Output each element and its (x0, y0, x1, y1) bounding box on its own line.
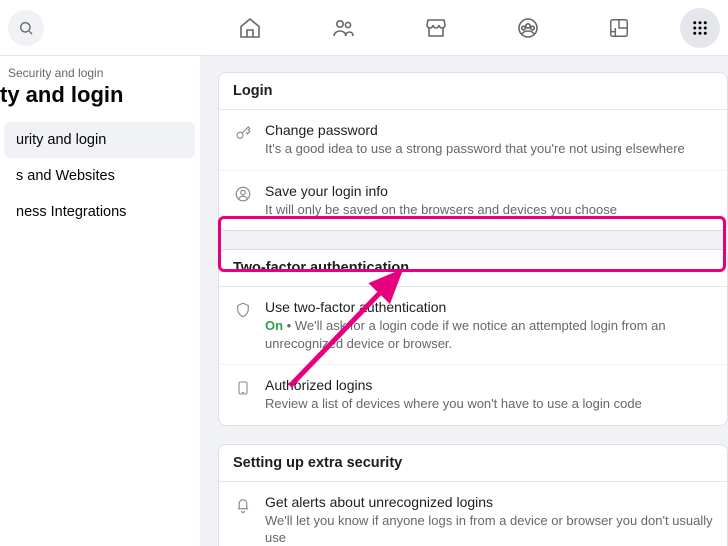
home-icon (238, 16, 262, 40)
top-nav (0, 0, 728, 56)
nav-groups[interactable] (516, 16, 540, 40)
nav-marketplace[interactable] (424, 16, 448, 40)
sidebar-item-label: s and Websites (16, 168, 115, 184)
section-title: Setting up extra security (219, 445, 727, 482)
row-change-password[interactable]: Change password It's a good idea to use … (219, 110, 727, 171)
row-subtitle: It's a good idea to use a strong passwor… (265, 140, 713, 158)
section-login: Login Change password It's a good idea t… (218, 72, 728, 231)
row-subtitle: Review a list of devices where you won't… (265, 395, 713, 413)
settings-sidebar: Security and login ty and login urity an… (0, 56, 200, 546)
row-subtitle: It will only be saved on the browsers an… (265, 201, 713, 219)
page-title: ty and login (0, 80, 199, 122)
row-subtitle: We'll let you know if anyone logs in fro… (265, 512, 713, 546)
grid-icon (691, 19, 709, 37)
bell-icon (234, 496, 252, 514)
sidebar-item-label: urity and login (16, 132, 106, 148)
row-save-login-info[interactable]: Save your login info It will only be sav… (219, 171, 727, 231)
search-button[interactable] (8, 10, 44, 46)
sidebar-item-security-login[interactable]: urity and login (4, 122, 195, 158)
nav-gaming[interactable] (608, 16, 630, 40)
search-icon (18, 20, 34, 36)
phone-icon (235, 379, 251, 397)
section-title: Login (219, 73, 727, 110)
friends-icon (330, 16, 356, 40)
row-title: Authorized logins (265, 377, 713, 393)
nav-friends[interactable] (330, 16, 356, 40)
shield-icon (234, 301, 252, 319)
menu-button[interactable] (680, 8, 720, 48)
key-icon (234, 124, 252, 142)
sidebar-item-apps-websites[interactable]: s and Websites (4, 158, 195, 194)
sidebar-item-label: ness Integrations (16, 204, 126, 220)
breadcrumb: Security and login (0, 66, 199, 80)
user-icon (234, 185, 252, 203)
row-title: Get alerts about unrecognized logins (265, 494, 713, 510)
row-subtitle: On • We'll ask for a login code if we no… (265, 317, 713, 352)
section-extra-security: Setting up extra security Get alerts abo… (218, 444, 728, 546)
status-on: On (265, 318, 283, 333)
row-login-alerts[interactable]: Get alerts about unrecognized logins We'… (219, 482, 727, 546)
nav-home[interactable] (238, 16, 262, 40)
sidebar-item-business-integrations[interactable]: ness Integrations (4, 194, 195, 230)
section-title: Two-factor authentication (219, 250, 727, 287)
row-title: Use two-factor authentication (265, 299, 713, 315)
marketplace-icon (424, 16, 448, 40)
content-area: Login Change password It's a good idea t… (200, 56, 728, 546)
section-two-factor: Two-factor authentication Use two-factor… (218, 249, 728, 426)
row-use-two-factor[interactable]: Use two-factor authentication On • We'll… (219, 287, 727, 365)
groups-icon (516, 16, 540, 40)
row-authorized-logins[interactable]: Authorized logins Review a list of devic… (219, 365, 727, 425)
row-title: Save your login info (265, 183, 713, 199)
row-title: Change password (265, 122, 713, 138)
gaming-icon (608, 17, 630, 39)
